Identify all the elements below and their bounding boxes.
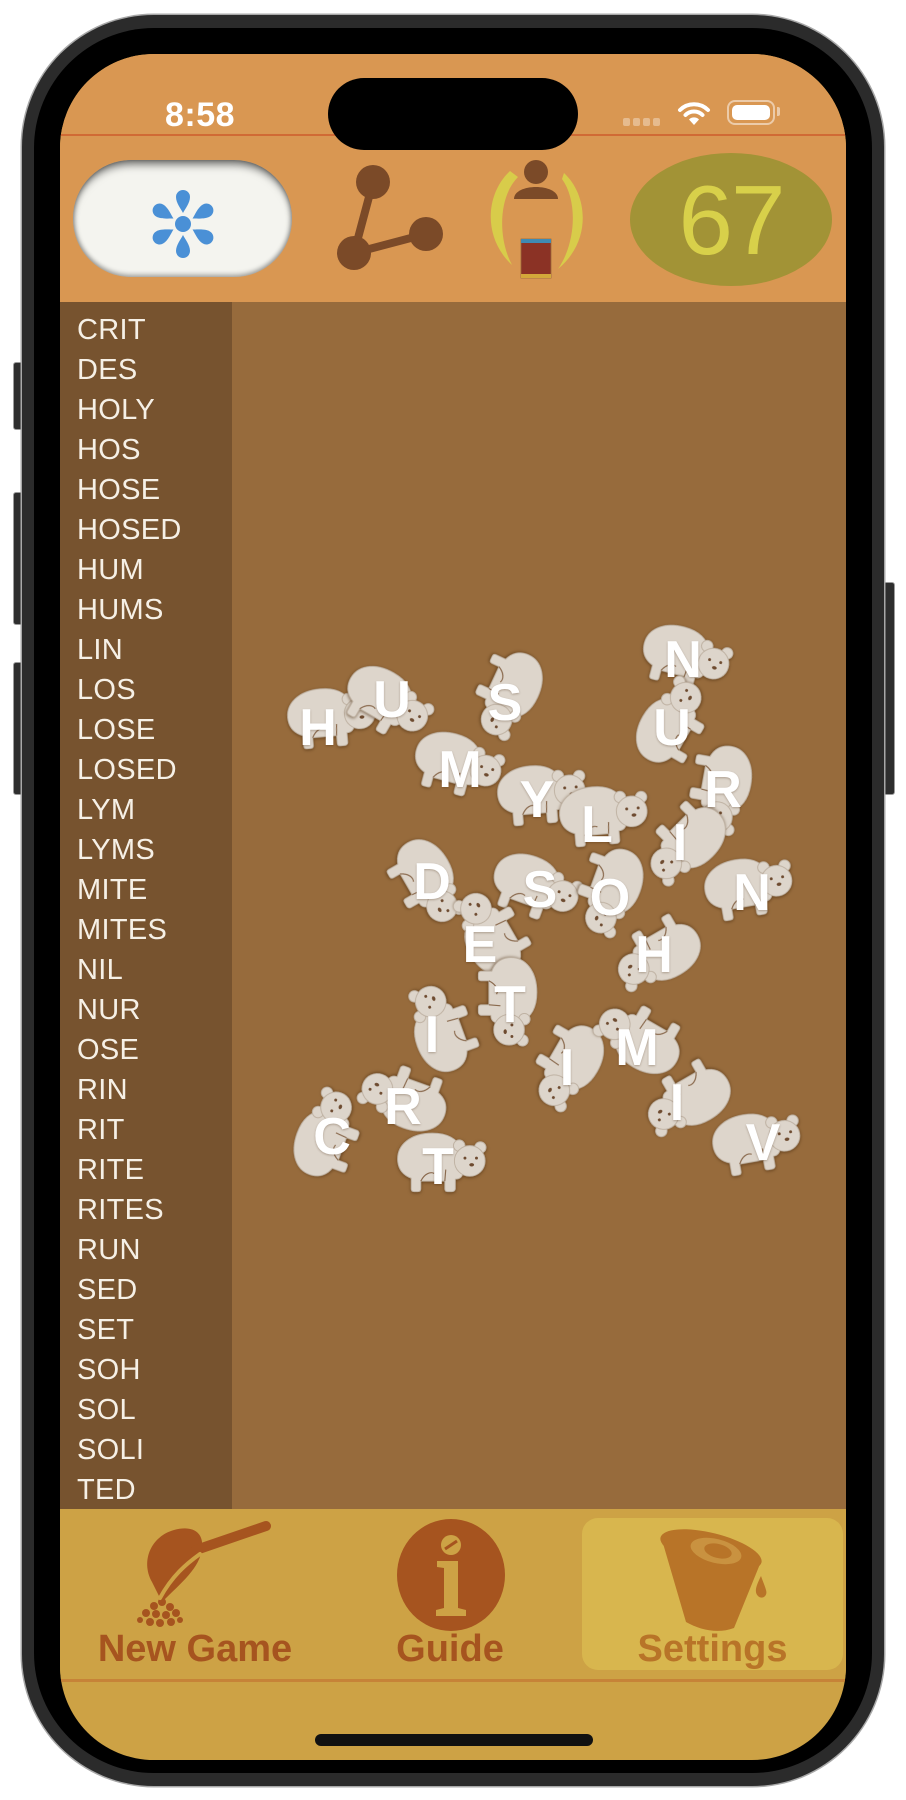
word-item: OSE bbox=[77, 1034, 140, 1066]
tile-letter: H bbox=[299, 699, 337, 757]
tile-letter: N bbox=[664, 631, 702, 689]
tab-bar: New Game Guide Settings bbox=[60, 1509, 846, 1679]
word-item: TED bbox=[77, 1474, 136, 1506]
tile-letter: R bbox=[384, 1078, 422, 1136]
tile-letter: M bbox=[615, 1019, 659, 1077]
scoop-icon bbox=[137, 1521, 271, 1627]
word-item: MITES bbox=[77, 914, 168, 946]
tile-letter: Y bbox=[519, 771, 555, 829]
power-button bbox=[883, 582, 895, 795]
battery-tip bbox=[777, 107, 780, 116]
tab-new-game[interactable]: New Game bbox=[70, 1518, 320, 1670]
word-item: SOH bbox=[77, 1354, 141, 1386]
tile-letter: S bbox=[487, 674, 523, 732]
tile-letter: V bbox=[745, 1114, 781, 1172]
tile-letter: L bbox=[581, 796, 613, 854]
person-card-icon[interactable] bbox=[478, 155, 595, 285]
cellular-signal-icon bbox=[623, 118, 660, 126]
score-value: 67 bbox=[678, 164, 785, 275]
tab-label: Settings bbox=[637, 1628, 788, 1670]
word-item: RIN bbox=[77, 1074, 128, 1106]
tab-label: Guide bbox=[396, 1628, 504, 1670]
tab-guide[interactable]: Guide bbox=[330, 1518, 570, 1670]
tile-letter: U bbox=[653, 699, 691, 757]
tile-letter: H bbox=[635, 926, 673, 984]
tile-letter: I bbox=[669, 1074, 685, 1132]
word-item: SOLI bbox=[77, 1434, 145, 1466]
word-item: DES bbox=[77, 354, 138, 386]
wifi-icon bbox=[678, 102, 710, 125]
word-item: NIL bbox=[77, 954, 124, 986]
tile-letter: O bbox=[589, 869, 631, 927]
tab-label: New Game bbox=[97, 1628, 293, 1670]
word-item: RIT bbox=[77, 1114, 125, 1146]
tile-letter: T bbox=[494, 976, 526, 1034]
tile-letter: U bbox=[373, 671, 411, 729]
top-toolbar: 8:58 67 bbox=[60, 54, 846, 302]
word-item: RUN bbox=[77, 1234, 141, 1266]
word-item: LOSED bbox=[77, 754, 177, 786]
info-icon bbox=[397, 1519, 505, 1631]
word-item: LYM bbox=[77, 794, 136, 826]
found-words-list[interactable]: CRIT DES HOLY HOS HOSE HOSED HUM HUMS LI… bbox=[60, 302, 232, 1509]
tab-settings[interactable]: Settings bbox=[582, 1518, 843, 1670]
tile-letter: I bbox=[672, 814, 688, 872]
word-item: SET bbox=[77, 1314, 135, 1346]
tile-letter: M bbox=[438, 741, 482, 799]
word-item: MITE bbox=[77, 874, 148, 906]
tile-letter: C bbox=[313, 1108, 351, 1166]
tile-letter: I bbox=[424, 1006, 440, 1064]
word-item: RITES bbox=[77, 1194, 164, 1226]
word-item: SOL bbox=[77, 1394, 136, 1426]
flower-asterisk-icon bbox=[150, 190, 216, 258]
battery-icon bbox=[727, 100, 775, 125]
word-item: LIN bbox=[77, 634, 124, 666]
tile-letter: D bbox=[413, 853, 451, 911]
tile-letter: T bbox=[422, 1138, 454, 1196]
hint-button[interactable] bbox=[73, 160, 292, 277]
word-item: HUMS bbox=[77, 594, 164, 626]
home-indicator[interactable] bbox=[315, 1734, 593, 1746]
word-item: CRIT bbox=[77, 314, 146, 346]
tile-letter: N bbox=[733, 864, 771, 922]
tile-letter: E bbox=[462, 916, 498, 974]
word-item: RITE bbox=[77, 1154, 145, 1186]
word-item: SED bbox=[77, 1274, 138, 1306]
status-time: 8:58 bbox=[165, 96, 236, 134]
word-item: LOSE bbox=[77, 714, 156, 746]
word-item: LOS bbox=[77, 674, 136, 706]
tile-letter: I bbox=[559, 1039, 575, 1097]
cup-icon bbox=[660, 1529, 767, 1631]
word-item: LYMS bbox=[77, 834, 156, 866]
word-item: HOS bbox=[77, 434, 141, 466]
score-badge: 67 bbox=[630, 153, 832, 286]
word-item: NUR bbox=[77, 994, 141, 1026]
molecule-share-icon[interactable] bbox=[330, 160, 450, 280]
tab-bar-divider bbox=[60, 1679, 846, 1682]
tile-letter: R bbox=[704, 761, 742, 819]
word-item: HOSE bbox=[77, 474, 161, 506]
tile-letter: S bbox=[522, 861, 558, 919]
word-item: HOLY bbox=[77, 394, 156, 426]
app-screen: 8:58 67 CRIT DES HOLY HOS HOSE HOSED HUM… bbox=[60, 54, 846, 1760]
word-item: HOSED bbox=[77, 514, 182, 546]
word-item: HUM bbox=[77, 554, 144, 586]
dynamic-island bbox=[328, 78, 578, 150]
